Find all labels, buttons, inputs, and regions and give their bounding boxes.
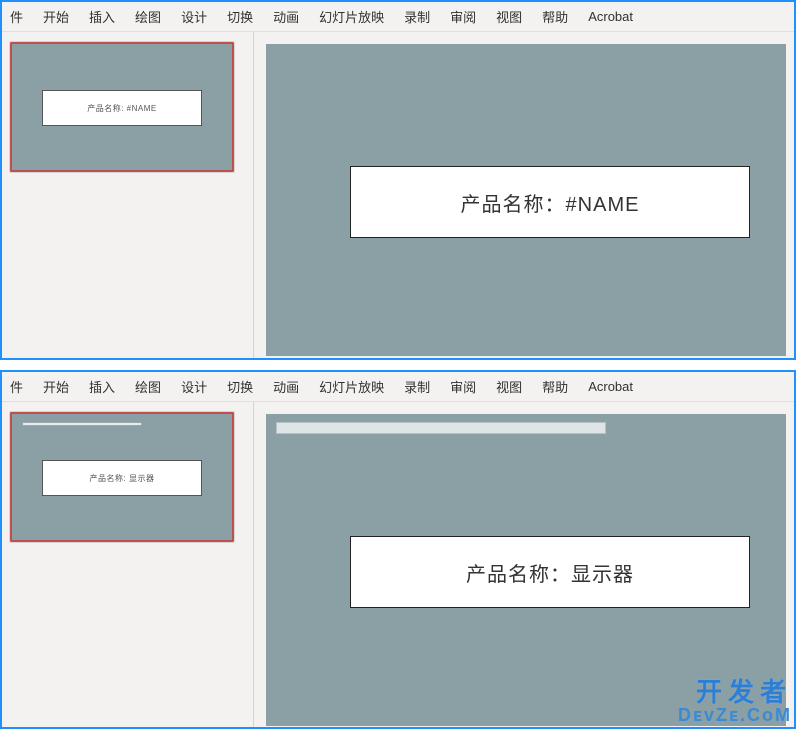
ribbon-tab-7[interactable]: 幻灯片放映 xyxy=(309,2,394,31)
ribbon-tab-12[interactable]: Acrobat xyxy=(578,2,643,31)
slide-text-box[interactable]: 产品名称：#NAME xyxy=(350,166,750,238)
slide-thumbnail-1[interactable]: 产品名称: 显示器 xyxy=(10,412,234,542)
ribbon-tab-10[interactable]: 视图 xyxy=(486,2,532,31)
slide-thumbnail-1[interactable]: 产品名称: #NAME xyxy=(10,42,234,172)
ribbon-tab-11[interactable]: 帮助 xyxy=(532,372,578,401)
ribbon-tab-0[interactable]: 件 xyxy=(8,2,33,31)
slide-canvas[interactable]: 产品名称：#NAME xyxy=(266,44,786,356)
ribbon-tab-4[interactable]: 设计 xyxy=(171,2,217,31)
ribbon-tab-7[interactable]: 幻灯片放映 xyxy=(309,372,394,401)
ribbon-tab-8[interactable]: 录制 xyxy=(394,2,440,31)
ribbon-tab-0[interactable]: 件 xyxy=(8,372,33,401)
ribbon-tab-8[interactable]: 录制 xyxy=(394,372,440,401)
powerpoint-window-2: 件开始插入绘图设计切换动画幻灯片放映录制审阅视图帮助Acrobat 产品名称: … xyxy=(0,370,796,729)
slide-title-placeholder[interactable] xyxy=(276,422,606,434)
ribbon-tab-1[interactable]: 开始 xyxy=(33,372,79,401)
ribbon-tab-3[interactable]: 绘图 xyxy=(125,2,171,31)
ribbon-tab-2[interactable]: 插入 xyxy=(79,2,125,31)
page-root: 件开始插入绘图设计切换动画幻灯片放映录制审阅视图帮助Acrobat 产品名称: … xyxy=(0,0,800,729)
ribbon-tab-9[interactable]: 审阅 xyxy=(440,372,486,401)
slide-thumbnails-pane[interactable]: 产品名称: #NAME xyxy=(2,32,254,358)
ribbon-tab-3[interactable]: 绘图 xyxy=(125,372,171,401)
ribbon-tab-6[interactable]: 动画 xyxy=(263,2,309,31)
ribbon-tab-2[interactable]: 插入 xyxy=(79,372,125,401)
ribbon-tabs-bar: 件开始插入绘图设计切换动画幻灯片放映录制审阅视图帮助Acrobat xyxy=(2,2,794,32)
thumb-title-placeholder xyxy=(22,422,142,426)
slide-text-box[interactable]: 产品名称：显示器 xyxy=(350,536,750,608)
thumb-text-box: 产品名称: 显示器 xyxy=(42,460,202,496)
slide-editor-pane[interactable]: 产品名称：显示器 xyxy=(254,402,794,727)
ribbon-tabs-bar: 件开始插入绘图设计切换动画幻灯片放映录制审阅视图帮助Acrobat xyxy=(2,372,794,402)
editor-body: 产品名称: 显示器 产品名称：显示器 xyxy=(2,402,794,727)
slide-editor-pane[interactable]: 产品名称：#NAME xyxy=(254,32,794,358)
ribbon-tab-10[interactable]: 视图 xyxy=(486,372,532,401)
slide-canvas[interactable]: 产品名称：显示器 xyxy=(266,414,786,726)
ribbon-tab-5[interactable]: 切换 xyxy=(217,2,263,31)
ribbon-tab-12[interactable]: Acrobat xyxy=(578,372,643,401)
thumb-text-box: 产品名称: #NAME xyxy=(42,90,202,126)
ribbon-tab-6[interactable]: 动画 xyxy=(263,372,309,401)
ribbon-tab-5[interactable]: 切换 xyxy=(217,372,263,401)
slide-thumbnails-pane[interactable]: 产品名称: 显示器 xyxy=(2,402,254,727)
ribbon-tab-1[interactable]: 开始 xyxy=(33,2,79,31)
ribbon-tab-4[interactable]: 设计 xyxy=(171,372,217,401)
ribbon-tab-11[interactable]: 帮助 xyxy=(532,2,578,31)
editor-body: 产品名称: #NAME 产品名称：#NAME xyxy=(2,32,794,358)
powerpoint-window-1: 件开始插入绘图设计切换动画幻灯片放映录制审阅视图帮助Acrobat 产品名称: … xyxy=(0,0,796,360)
ribbon-tab-9[interactable]: 审阅 xyxy=(440,2,486,31)
